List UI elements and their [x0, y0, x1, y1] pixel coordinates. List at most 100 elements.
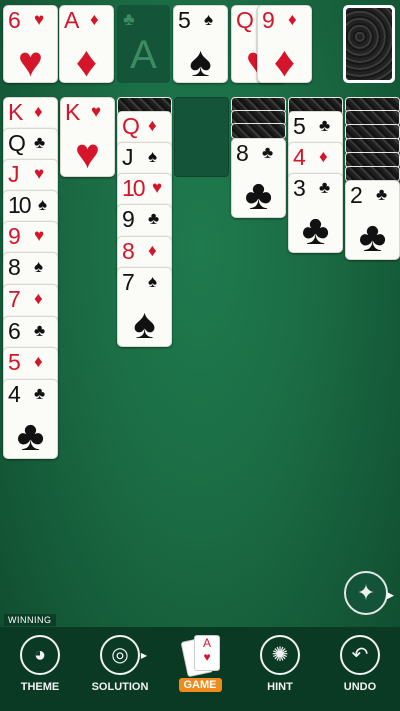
diamond-icon: ♦ — [75, 38, 98, 83]
diamond-icon: ♦ — [34, 352, 43, 371]
video-ad-icon: ▶ — [387, 590, 394, 600]
spade-icon: ♠ — [133, 300, 156, 347]
card-rank: Q — [236, 7, 254, 33]
card-rank: 4 — [8, 381, 21, 407]
auto-complete-button[interactable]: ✦ ▶ — [344, 571, 394, 615]
theme-label: THEME — [20, 681, 60, 693]
undo-button[interactable]: ↶ UNDO — [320, 627, 400, 711]
foundation-placeholder-rank: A — [130, 33, 157, 77]
club-icon: ♣ — [34, 133, 46, 152]
hint-label: HINT — [267, 681, 293, 693]
spade-icon: ♠ — [189, 38, 212, 83]
card-rank: 5 — [178, 7, 191, 33]
card-rank: 7 — [122, 269, 135, 295]
video-ad-icon: ▶ — [140, 651, 147, 660]
diamond-icon: ♦ — [34, 289, 43, 308]
club-icon: ♣ — [319, 116, 331, 135]
club-icon: ♣ — [123, 9, 135, 29]
card-rank: 5 — [8, 349, 21, 375]
crystal-ball-icon: ◎ ▶ — [100, 635, 147, 675]
heart-icon: ♥ — [91, 102, 102, 121]
waste-card[interactable]: A ♦ ♦ — [59, 5, 114, 83]
card-rank: 9 — [122, 206, 135, 232]
tableau-card[interactable]: 3 ♣ ♣ — [288, 173, 343, 253]
winning-status-label: WINNING — [4, 614, 56, 626]
card-rank: K — [8, 99, 24, 125]
club-icon: ♣ — [16, 412, 45, 459]
diamond-icon: ♦ — [34, 102, 43, 121]
card-rank: 5 — [293, 113, 306, 139]
theme-button[interactable]: ◕ THEME — [0, 627, 80, 711]
card-rank: 8 — [122, 238, 135, 264]
stock-pile[interactable] — [343, 5, 395, 83]
card-rank: 6 — [8, 7, 21, 33]
solution-button[interactable]: ◎ ▶ SOLUTION — [80, 627, 160, 711]
tableau-card[interactable]: 7 ♠ ♠ — [117, 267, 172, 347]
club-icon: ♣ — [301, 206, 330, 253]
club-icon: ♣ — [358, 213, 387, 260]
card-rank: 9 — [8, 223, 21, 249]
card-rank: A — [64, 7, 80, 33]
diamond-icon: ♦ — [288, 10, 297, 29]
card-back — [346, 8, 392, 80]
solution-label: SOLUTION — [91, 681, 149, 693]
card-rank: K — [65, 99, 81, 125]
card-rank: J — [122, 144, 134, 170]
card-rank: 2 — [350, 182, 363, 208]
heart-icon: ♥ — [152, 178, 163, 197]
heart-icon: ♥ — [34, 226, 45, 245]
club-icon: ♣ — [34, 384, 46, 403]
card-rank: 8 — [8, 254, 21, 280]
mini-card-front: A ♥ — [194, 635, 220, 671]
bottom-toolbar: ◕ THEME ◎ ▶ SOLUTION A ♥ GAME ✺ HINT ↶ UN… — [0, 627, 400, 711]
card-rank: 4 — [293, 144, 306, 170]
spade-icon: ♠ — [204, 10, 214, 29]
club-icon: ♣ — [34, 321, 46, 340]
empty-tableau-slot[interactable] — [174, 97, 229, 177]
undo-label: UNDO — [343, 681, 377, 693]
diamond-icon: ♦ — [90, 10, 99, 29]
diamond-icon: ♦ — [148, 241, 157, 260]
heart-icon: ♥ — [203, 650, 211, 664]
club-icon: ♣ — [376, 185, 388, 204]
hint-button[interactable]: ✺ HINT — [240, 627, 320, 711]
mini-card-rank: A — [202, 636, 211, 650]
diamond-icon: ♦ — [148, 116, 157, 135]
palette-icon: ◕ — [20, 635, 60, 675]
card-rank: 10 — [122, 175, 146, 201]
card-rank: 7 — [8, 286, 21, 312]
club-icon: ♣ — [262, 143, 274, 162]
foundation-card[interactable]: 9 ♦ ♦ — [257, 5, 312, 83]
magic-wand-icon: ✦ — [356, 580, 376, 605]
foundation-card[interactable]: 5 ♠ ♠ — [173, 5, 228, 83]
diamond-icon: ♦ — [319, 147, 328, 166]
club-icon: ♣ — [148, 209, 160, 228]
cards-icon: A ♥ — [178, 633, 222, 678]
waste-card[interactable]: 6 ♥ ♥ — [3, 5, 58, 83]
card-rank: 8 — [236, 140, 249, 166]
card-rank: 3 — [293, 175, 306, 201]
spade-icon: ♠ — [148, 272, 158, 291]
spade-icon: ♠ — [148, 147, 158, 166]
heart-icon: ♥ — [34, 10, 45, 29]
spade-icon: ♠ — [34, 257, 44, 276]
tableau-card[interactable]: 8 ♣ ♣ — [231, 138, 286, 218]
tableau-card[interactable]: 2 ♣ ♣ — [345, 180, 400, 260]
lightbulb-icon: ✺ — [260, 635, 300, 675]
heart-icon: ♥ — [75, 130, 100, 177]
diamond-icon: ♦ — [273, 38, 296, 83]
card-rank: J — [8, 161, 20, 187]
card-rank: Q — [122, 113, 140, 139]
card-rank: Q — [8, 130, 26, 156]
heart-icon: ♥ — [18, 38, 43, 83]
foundation-slot-empty[interactable]: ♣ A — [117, 5, 170, 83]
club-icon: ♣ — [244, 171, 273, 218]
tableau-card[interactable]: 4 ♣ ♣ — [3, 379, 58, 459]
card-rank: 10 — [8, 192, 32, 218]
game-button[interactable]: A ♥ GAME — [160, 627, 240, 711]
card-rank: 9 — [262, 7, 275, 33]
tableau-card[interactable]: K ♥ ♥ — [60, 97, 115, 177]
club-icon: ♣ — [319, 178, 331, 197]
spade-icon: ♠ — [38, 195, 48, 214]
game-label: GAME — [178, 678, 222, 692]
